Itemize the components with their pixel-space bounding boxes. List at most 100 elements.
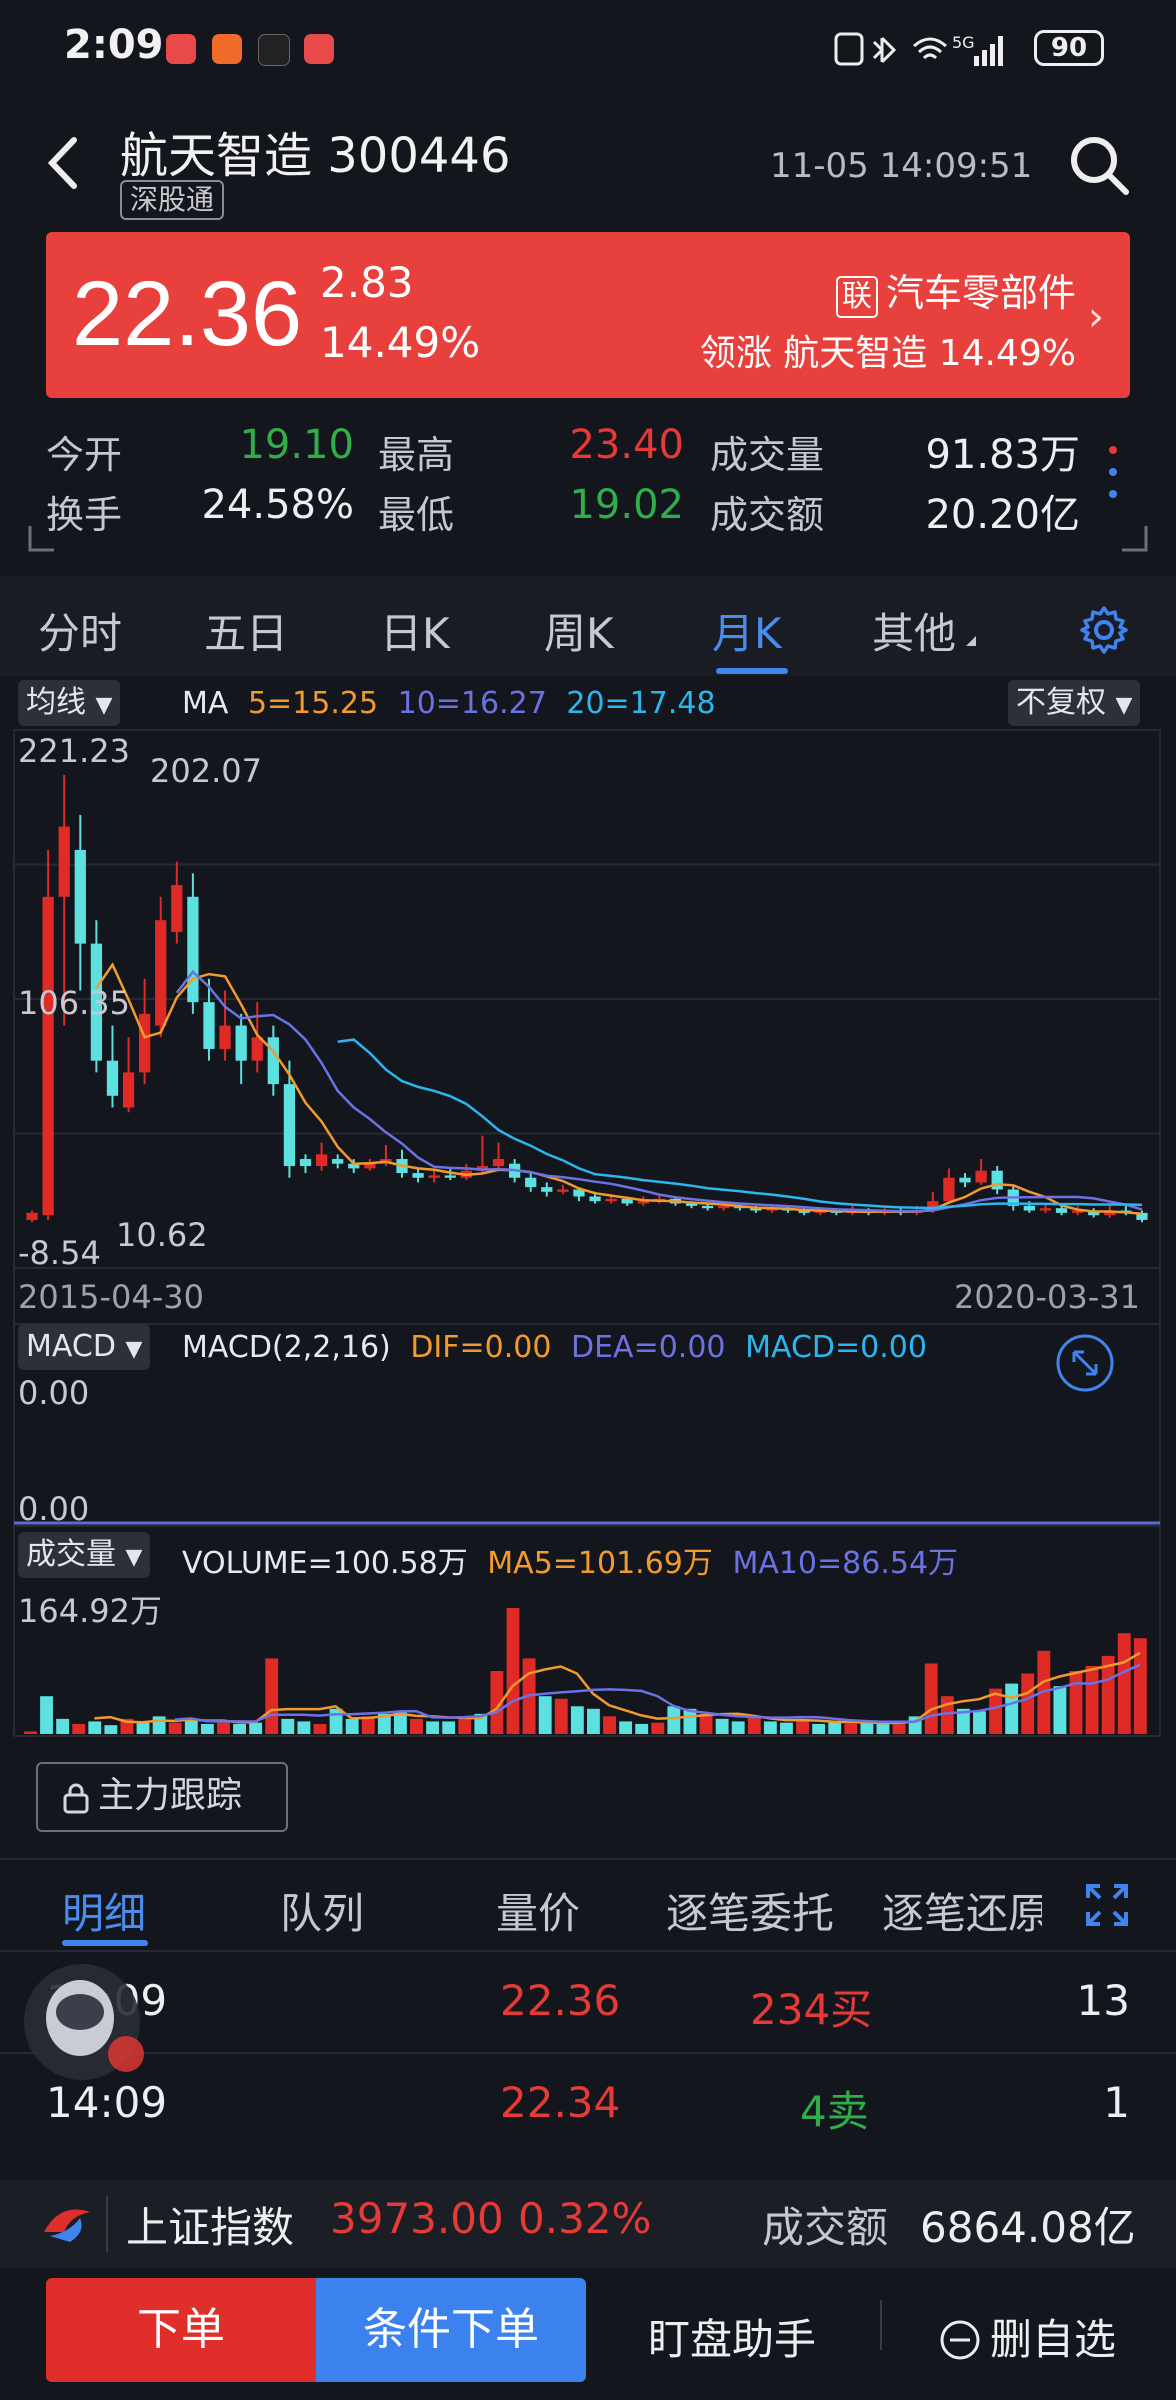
tab-tick-restore[interactable]: 逐笔还原 bbox=[882, 1880, 1042, 1941]
high-label: 最高 bbox=[378, 433, 455, 477]
volume-bar bbox=[345, 1718, 359, 1734]
tab-five-day[interactable]: 五日 bbox=[204, 600, 288, 661]
minus-circle-icon bbox=[940, 2320, 980, 2360]
volume-dropdown[interactable]: 成交量 ▼ bbox=[18, 1532, 151, 1578]
index-name: 上证指数 bbox=[126, 2203, 295, 2252]
tab-detail[interactable]: 明细 bbox=[62, 1880, 146, 1941]
candle-body bbox=[412, 1173, 424, 1178]
macd-legend: MACD(2,2,16) DIF=0.00 DEA=0.00 MACD=0.00 bbox=[182, 1330, 927, 1365]
tab-other[interactable]: 其他 bbox=[872, 600, 956, 661]
volume-bar bbox=[506, 1608, 520, 1734]
status-clock: 2:09 bbox=[64, 22, 164, 68]
expand-arrows-icon[interactable] bbox=[1054, 1332, 1116, 1394]
tab-daily-k[interactable]: 日K bbox=[380, 600, 450, 661]
volume-bar bbox=[635, 1723, 649, 1734]
tiktok-icon bbox=[258, 34, 290, 66]
index-logo-icon bbox=[44, 2209, 90, 2242]
dif-value: DIF=0.00 bbox=[410, 1330, 552, 1365]
index-amount: 6864.08亿 bbox=[920, 2203, 1136, 2252]
volume-bar bbox=[40, 1696, 53, 1734]
candle-body bbox=[219, 1025, 231, 1049]
app-notification-icon bbox=[304, 34, 334, 64]
app-notification-icon bbox=[212, 34, 242, 64]
chevron-down-icon: ▼ bbox=[125, 1337, 143, 1362]
ma-dropdown[interactable]: 均线 ▼ bbox=[18, 680, 121, 726]
volume-bar bbox=[1053, 1686, 1067, 1734]
macd-dropdown[interactable]: MACD ▼ bbox=[18, 1324, 151, 1370]
turnover-value: 24.58% bbox=[201, 482, 354, 528]
back-arrow-icon[interactable] bbox=[38, 128, 88, 198]
index-change-pct: 0.32% bbox=[518, 2194, 652, 2243]
candle-body bbox=[718, 1205, 730, 1209]
macd-y-bottom: 0.00 bbox=[18, 1490, 90, 1528]
remove-watchlist-button[interactable]: 删自选 bbox=[938, 2306, 1116, 2367]
volume-bar bbox=[699, 1713, 713, 1734]
chevron-down-icon: ▼ bbox=[1115, 693, 1133, 718]
open-value: 19.10 bbox=[239, 422, 354, 468]
candle-body bbox=[42, 896, 54, 1216]
more-dots-icon[interactable] bbox=[1106, 440, 1120, 510]
volume-bar bbox=[876, 1723, 890, 1734]
tab-order-by-order[interactable]: 逐笔委托 bbox=[666, 1880, 834, 1941]
place-order-button[interactable]: 下单 bbox=[46, 2278, 316, 2382]
y-axis-mid: 106.35 bbox=[18, 984, 130, 1022]
volume-bar bbox=[56, 1718, 70, 1734]
trade-price: 22.36 bbox=[500, 1976, 621, 2025]
trade-count: 13 bbox=[1076, 1976, 1130, 2025]
sector-link[interactable]: 联汽车零部件 bbox=[835, 262, 1076, 318]
volume-bar bbox=[233, 1723, 246, 1734]
candle-body bbox=[702, 1205, 714, 1209]
active-tab-indicator bbox=[716, 668, 788, 674]
remove-watchlist-label: 删自选 bbox=[990, 2315, 1117, 2364]
volume-bar bbox=[780, 1722, 793, 1734]
volume-bar bbox=[265, 1658, 279, 1734]
macd-dropdown-label: MACD bbox=[26, 1329, 116, 1364]
ma10-value: 10=16.27 bbox=[397, 686, 547, 721]
tab-weekly-k[interactable]: 周K bbox=[544, 600, 614, 661]
chevron-down-icon: ▼ bbox=[95, 693, 113, 718]
candle-body bbox=[122, 1072, 135, 1108]
chevron-right-icon: › bbox=[1088, 294, 1104, 340]
candle-body bbox=[428, 1175, 440, 1178]
price-change-pct: 14.49% bbox=[320, 318, 481, 367]
candle-body bbox=[541, 1187, 553, 1192]
candle-body bbox=[235, 1025, 247, 1061]
candle-body bbox=[959, 1177, 971, 1183]
tab-monthly-k[interactable]: 月K bbox=[712, 600, 782, 661]
adjust-label: 不复权 bbox=[1016, 685, 1106, 720]
tab-intraday[interactable]: 分时 bbox=[38, 600, 122, 661]
y-axis-bottom: -8.54 bbox=[18, 1234, 101, 1272]
conditional-order-button[interactable]: 条件下单 bbox=[316, 2278, 586, 2382]
volume-bar bbox=[1133, 1638, 1147, 1734]
candle-body bbox=[943, 1177, 955, 1202]
volume-bar bbox=[603, 1716, 616, 1734]
wifi-icon bbox=[913, 37, 947, 60]
volume-bar bbox=[763, 1721, 777, 1734]
ma20-value: 20=17.48 bbox=[566, 686, 716, 721]
app-notification-icon bbox=[166, 34, 196, 64]
volume-label: 成交量 bbox=[710, 433, 825, 477]
ma-legend: MA 5=15.25 10=16.27 20=17.48 bbox=[182, 686, 716, 721]
ma-dropdown-label: 均线 bbox=[26, 685, 86, 720]
tab-queue[interactable]: 队列 bbox=[280, 1880, 364, 1941]
ma-title: MA bbox=[182, 686, 229, 721]
tab-volume-price[interactable]: 量价 bbox=[496, 1880, 580, 1941]
status-icons: 5G bbox=[834, 32, 1003, 66]
volume-bar bbox=[1117, 1633, 1131, 1734]
low-value: 19.02 bbox=[569, 482, 684, 528]
assistant-avatar[interactable] bbox=[14, 1958, 154, 2088]
search-icon[interactable] bbox=[1066, 132, 1132, 198]
volume-bar bbox=[1005, 1683, 1019, 1734]
adjust-dropdown[interactable]: 不复权 ▼ bbox=[1008, 680, 1141, 726]
network-type: 5G bbox=[952, 33, 975, 52]
volume-bar bbox=[217, 1721, 230, 1734]
volume-bars bbox=[24, 1608, 1147, 1734]
macd-title: MACD(2,2,16) bbox=[182, 1330, 391, 1365]
volume-bar bbox=[667, 1706, 681, 1734]
watch-helper-button[interactable]: 盯盘助手 bbox=[648, 2306, 816, 2367]
gear-icon[interactable] bbox=[1078, 604, 1130, 656]
expand-corners-icon[interactable] bbox=[28, 524, 1148, 554]
fullscreen-icon[interactable] bbox=[1084, 1882, 1130, 1928]
open-label: 今开 bbox=[46, 433, 123, 477]
last-price: 22.36 bbox=[72, 263, 303, 365]
